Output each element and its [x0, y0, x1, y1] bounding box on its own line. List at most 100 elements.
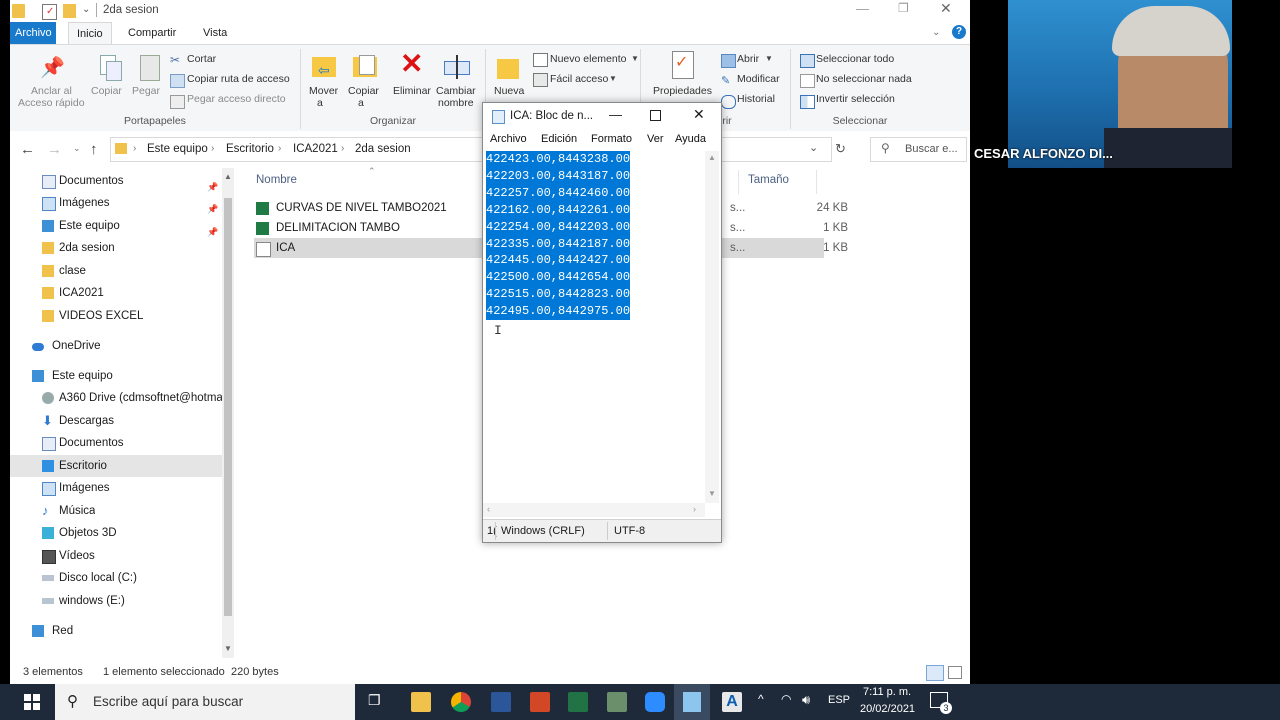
- restore-button[interactable]: ❐: [898, 1, 909, 15]
- new-folder-label-1[interactable]: Nueva: [494, 85, 524, 97]
- menu-edicion[interactable]: Edición: [541, 133, 577, 145]
- select-all-icon[interactable]: [800, 54, 815, 68]
- select-all-label[interactable]: Seleccionar todo: [816, 53, 894, 65]
- back-arrow-icon[interactable]: ←: [20, 141, 35, 158]
- language-indicator[interactable]: ESP: [828, 694, 850, 706]
- up-arrow-icon[interactable]: ↑: [90, 141, 98, 158]
- nav-item-imagenes[interactable]: Imágenes: [10, 477, 222, 499]
- menu-archivo[interactable]: Archivo: [490, 133, 527, 145]
- refresh-icon[interactable]: ↻: [835, 141, 846, 157]
- open-label[interactable]: Abrir: [737, 53, 759, 65]
- scroll-up-icon[interactable]: ▲: [224, 172, 232, 181]
- nav-item-escritorio[interactable]: Escritorio: [10, 455, 222, 477]
- select-none-label[interactable]: No seleccionar nada: [816, 73, 912, 85]
- nav-item-2da-sesion[interactable]: 2da sesion: [10, 237, 222, 259]
- new-item-label[interactable]: Nuevo elemento: [550, 53, 626, 65]
- modify-label[interactable]: Modificar: [737, 73, 780, 85]
- close-button[interactable]: ✕: [940, 0, 952, 17]
- nav-item-clase[interactable]: clase: [10, 260, 222, 282]
- autocad-icon[interactable]: A: [722, 692, 742, 712]
- nav-item-documentos[interactable]: Documentos: [10, 432, 222, 454]
- menu-ver[interactable]: Ver: [647, 133, 664, 145]
- volume-icon[interactable]: 🔊︎: [802, 692, 810, 708]
- easy-access-dropdown-icon[interactable]: ▼: [609, 74, 617, 83]
- clock-date[interactable]: 20/02/2021: [860, 703, 915, 715]
- tab-compartir[interactable]: Compartir: [120, 22, 184, 44]
- minimize-button[interactable]: —: [856, 1, 869, 16]
- easy-access-icon[interactable]: [533, 73, 548, 87]
- nav-item-windows-e[interactable]: windows (E:): [10, 590, 222, 612]
- paste-shortcut-icon[interactable]: [170, 95, 185, 109]
- tab-archivo[interactable]: Archivo: [10, 22, 56, 44]
- pin-label-2[interactable]: Acceso rápido: [18, 97, 85, 109]
- scroll-down-icon[interactable]: ▼: [708, 489, 716, 498]
- nav-item-objetos-3d[interactable]: Objetos 3D: [10, 522, 222, 544]
- scroll-left-icon[interactable]: ‹: [487, 504, 490, 514]
- rename-label-1[interactable]: Cambiar: [436, 85, 476, 97]
- paste-icon[interactable]: [136, 53, 164, 83]
- history-icon[interactable]: [721, 95, 736, 109]
- nav-item-musica[interactable]: ♪ Música: [10, 500, 222, 522]
- forward-arrow-icon[interactable]: →: [47, 141, 62, 158]
- history-label[interactable]: Historial: [737, 93, 775, 105]
- tab-vista[interactable]: Vista: [195, 22, 235, 44]
- breadcrumb-escritorio[interactable]: Escritorio: [226, 143, 274, 155]
- nav-item-imagenes-quick[interactable]: Imágenes 📌: [10, 192, 222, 214]
- copy-path-icon[interactable]: [170, 74, 185, 88]
- column-header-size[interactable]: Tamaño: [748, 174, 789, 186]
- new-folder-quick-icon[interactable]: [63, 4, 76, 18]
- rename-label-2[interactable]: nombre: [438, 97, 474, 109]
- pin-label-1[interactable]: Anclar al: [31, 85, 72, 97]
- edit-icon[interactable]: ✎: [721, 74, 734, 87]
- notepad-taskbar-active[interactable]: [674, 684, 710, 720]
- customize-quick-access-icon[interactable]: ⌄: [82, 4, 90, 15]
- chrome-icon[interactable]: [451, 692, 471, 712]
- nav-item-videos-excel[interactable]: VIDEOS EXCEL: [10, 305, 222, 327]
- notepad-text-area[interactable]: 422423.00,8443238.00 422203.00,8443187.0…: [486, 151, 708, 561]
- zoom-icon[interactable]: [645, 692, 665, 712]
- copy-to-label-1[interactable]: Copiar: [348, 85, 379, 97]
- notepad-horizontal-scrollbar[interactable]: ‹ ›: [483, 503, 705, 517]
- excel-icon[interactable]: [568, 692, 588, 712]
- nav-item-disco-local-c[interactable]: Disco local (C:): [10, 567, 222, 589]
- move-to-icon[interactable]: ⇦: [310, 51, 338, 81]
- cut-icon[interactable]: ✂: [170, 53, 183, 67]
- copy-path-label[interactable]: Copiar ruta de acceso: [187, 73, 290, 85]
- paste-shortcut-label[interactable]: Pegar acceso directo: [187, 93, 286, 105]
- windows-start-icon[interactable]: [24, 694, 40, 710]
- invert-selection-icon[interactable]: [800, 95, 815, 109]
- properties-label[interactable]: Propiedades: [653, 85, 712, 97]
- task-view-icon[interactable]: ❐: [368, 692, 386, 710]
- show-hidden-icons-chevron-icon[interactable]: ^: [758, 692, 764, 706]
- nav-item-videos[interactable]: Vídeos: [10, 545, 222, 567]
- notepad-minimize-button[interactable]: —: [609, 107, 622, 122]
- rename-icon[interactable]: [442, 53, 470, 83]
- new-item-icon[interactable]: [533, 53, 548, 67]
- clock-time[interactable]: 7:11 p. m.: [863, 686, 911, 698]
- pin-icon[interactable]: 📌: [40, 55, 65, 80]
- breadcrumb-este-equipo[interactable]: Este equipo: [147, 143, 208, 155]
- nav-item-descargas[interactable]: ⬇ Descargas: [10, 410, 222, 432]
- qgis-app-icon[interactable]: [607, 692, 627, 712]
- delete-label[interactable]: Eliminar: [393, 85, 431, 97]
- menu-formato[interactable]: Formato: [591, 133, 632, 145]
- invert-selection-label[interactable]: Invertir selección: [816, 93, 895, 105]
- open-dropdown-icon[interactable]: ▼: [765, 54, 773, 63]
- word-icon[interactable]: [491, 692, 511, 712]
- cut-label[interactable]: Cortar: [187, 53, 216, 65]
- new-folder-icon[interactable]: [497, 53, 525, 83]
- file-explorer-taskbar-icon[interactable]: [411, 692, 431, 712]
- new-item-dropdown-icon[interactable]: ▼: [631, 54, 639, 63]
- nav-item-ica2021[interactable]: ICA2021: [10, 282, 222, 304]
- move-to-label-1[interactable]: Mover: [309, 85, 338, 97]
- menu-ayuda[interactable]: Ayuda: [675, 133, 706, 145]
- column-header-name[interactable]: Nombre: [256, 174, 297, 186]
- breadcrumb-ica2021[interactable]: ICA2021: [293, 143, 338, 155]
- delete-icon[interactable]: ✕: [400, 47, 423, 80]
- recent-locations-icon[interactable]: ⌄: [73, 143, 81, 154]
- copy-to-icon[interactable]: [351, 51, 379, 81]
- copy-label[interactable]: Copiar: [91, 85, 122, 97]
- scrollbar-thumb[interactable]: [224, 198, 232, 616]
- scroll-up-icon[interactable]: ▲: [708, 153, 716, 162]
- nav-item-red[interactable]: Red: [10, 620, 222, 642]
